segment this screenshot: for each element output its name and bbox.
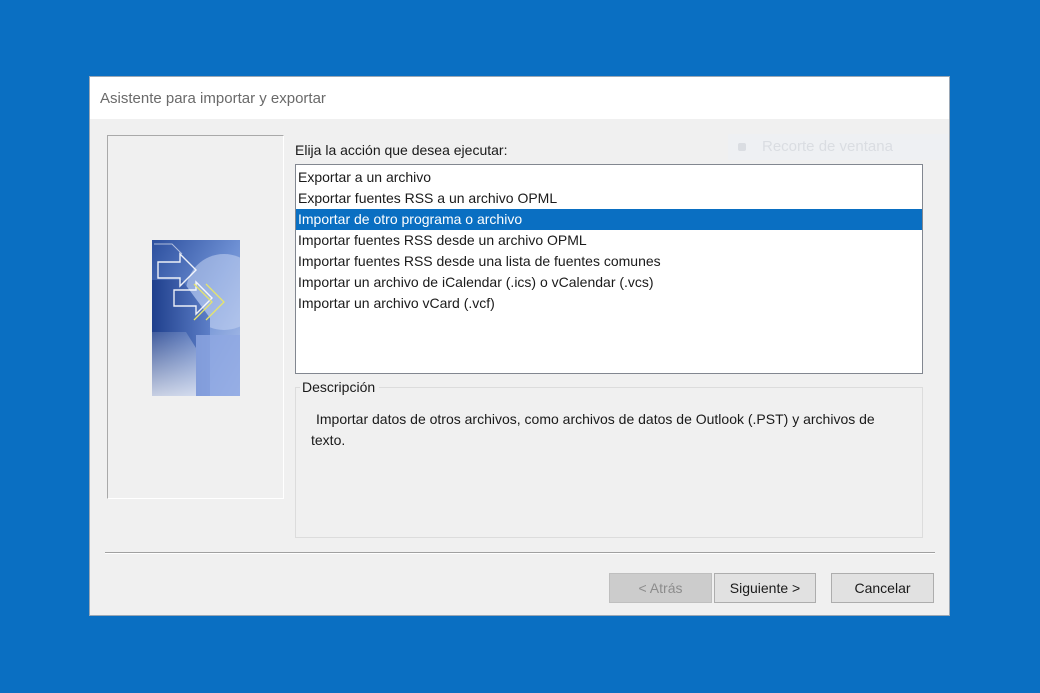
back-button[interactable]: < Atrás — [609, 573, 712, 603]
action-prompt-label: Elija la acción que desea ejecutar: — [295, 142, 508, 158]
action-option-import-rss-opml[interactable]: Importar fuentes RSS desde un archivo OP… — [296, 230, 922, 251]
ghost-window-snip-overlay: Recorte de ventana — [728, 134, 948, 160]
action-option-import-rss-common-list[interactable]: Importar fuentes RSS desde una lista de … — [296, 251, 922, 272]
footer-separator — [105, 552, 935, 554]
wizard-banner-panel — [107, 135, 284, 499]
title-bar[interactable]: Asistente para importar y exportar — [90, 77, 949, 119]
description-group: Descripción Importar datos de otros arch… — [295, 379, 923, 538]
action-option-import-icalendar[interactable]: Importar un archivo de iCalendar (.ics) … — [296, 272, 922, 293]
ghost-overlay-label: Recorte de ventana — [762, 138, 893, 155]
description-legend: Descripción — [300, 379, 380, 395]
action-option-export-rss-opml[interactable]: Exportar fuentes RSS a un archivo OPML — [296, 188, 922, 209]
wizard-banner-graphic-icon — [152, 240, 240, 396]
action-option-export-file[interactable]: Exportar a un archivo — [296, 167, 922, 188]
action-option-import-vcard[interactable]: Importar un archivo vCard (.vcf) — [296, 293, 922, 314]
cancel-button[interactable]: Cancelar — [831, 573, 934, 603]
action-option-import-other-program[interactable]: Importar de otro programa o archivo — [296, 209, 922, 230]
snip-icon — [738, 143, 746, 151]
next-button[interactable]: Siguiente > — [714, 573, 816, 603]
dialog-title: Asistente para importar y exportar — [100, 90, 326, 107]
description-text: Importar datos de otros archivos, como a… — [311, 411, 875, 448]
action-listbox[interactable]: Exportar a un archivo Exportar fuentes R… — [295, 164, 923, 374]
import-export-wizard-dialog: Asistente para importar y exportar Recor… — [89, 76, 950, 616]
